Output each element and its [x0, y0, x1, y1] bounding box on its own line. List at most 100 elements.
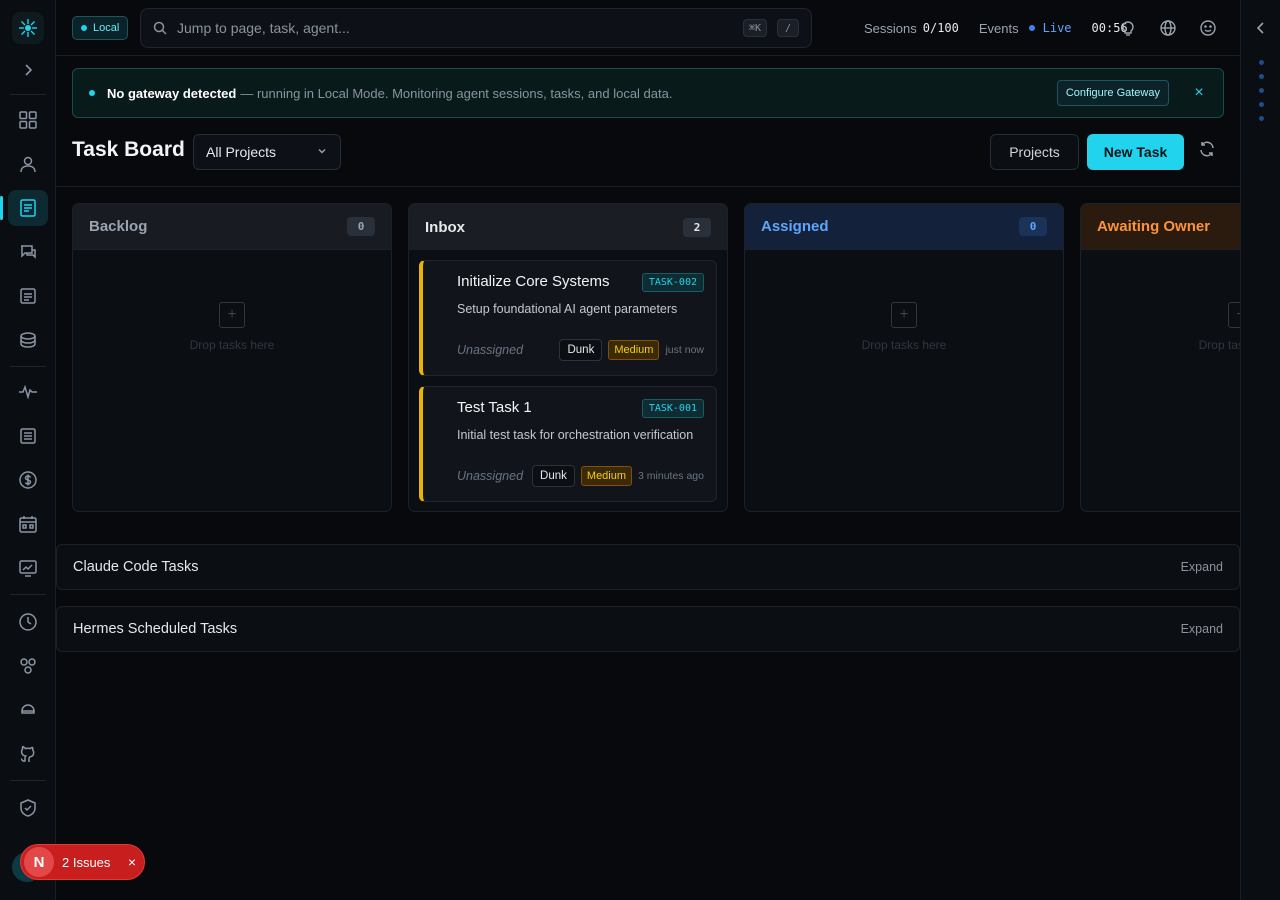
events-status[interactable]: Live	[1043, 21, 1072, 35]
right-panel-rail	[1240, 0, 1280, 900]
column-header: Inbox 2	[409, 204, 727, 250]
configure-gateway-button[interactable]: Configure Gateway	[1056, 80, 1169, 106]
panel-dot[interactable]	[1259, 88, 1264, 93]
github-icon[interactable]	[8, 736, 48, 772]
banner-description: — running in Local Mode. Monitoring agen…	[240, 85, 673, 101]
column-header: Backlog 0	[73, 204, 391, 250]
security-icon[interactable]	[8, 790, 48, 826]
drop-zone[interactable]: + Drop tasks here	[73, 302, 391, 352]
chevron-down-icon	[316, 144, 328, 160]
project-filter-value: All Projects	[206, 144, 277, 160]
chat-icon[interactable]	[8, 234, 48, 270]
column-title: Backlog	[89, 218, 148, 235]
activity-icon[interactable]	[8, 374, 48, 410]
task-card[interactable]: Initialize Core Systems TASK-002 Setup f…	[419, 260, 717, 376]
search-input[interactable]	[177, 20, 733, 36]
column-awaiting-owner[interactable]: Awaiting Owner + Drop tasks here	[1080, 203, 1240, 512]
gateway-banner: No gateway detected — running in Local M…	[72, 68, 1224, 118]
project-filter-select[interactable]: All Projects	[193, 134, 341, 170]
cost-icon[interactable]	[8, 462, 48, 498]
banner-status-dot	[89, 90, 95, 96]
live-dot	[1028, 25, 1035, 31]
smiley-icon[interactable]	[1198, 18, 1218, 38]
column-header: Assigned 0	[745, 204, 1063, 250]
task-assignee: Unassigned	[457, 469, 524, 483]
panel-dot[interactable]	[1259, 60, 1264, 65]
history-icon[interactable]	[8, 604, 48, 640]
issues-label: 2 Issues	[62, 854, 111, 870]
column-backlog[interactable]: Backlog 0 + Drop tasks here	[72, 203, 392, 512]
sessions-value: 0/100	[922, 21, 959, 35]
panel-dot[interactable]	[1259, 102, 1264, 107]
refresh-icon[interactable]	[1198, 140, 1218, 160]
expand-sidebar-icon[interactable]	[8, 52, 48, 88]
calendar-icon[interactable]	[8, 506, 48, 542]
status-dot	[81, 25, 87, 31]
panel-dot[interactable]	[1259, 74, 1264, 79]
logs-icon[interactable]	[8, 418, 48, 454]
drop-hint: Drop tasks here	[189, 338, 275, 352]
hermes-scheduled-tasks-section[interactable]: Hermes Scheduled Tasks Expand	[56, 606, 1240, 652]
column-inbox[interactable]: Inbox 2 Initialize Core Systems TASK-002…	[408, 203, 728, 512]
task-title: Test Task 1	[457, 399, 532, 416]
close-icon[interactable]: ×	[1191, 84, 1207, 102]
expand-button[interactable]: Expand	[1181, 622, 1223, 636]
docs-icon[interactable]	[8, 278, 48, 314]
shortcut-cmd-k: ⌘K	[742, 19, 767, 37]
task-id-badge: TASK-002	[641, 273, 704, 292]
collapse-panel-icon[interactable]	[1253, 20, 1269, 36]
task-assignee: Unassigned	[457, 343, 524, 357]
logo-icon[interactable]	[12, 12, 44, 44]
task-card[interactable]: Test Task 1 TASK-001 Initial test task f…	[419, 386, 717, 502]
globe-icon[interactable]	[1158, 18, 1178, 38]
status-stats: Sessions 0/100 Events Live 00:56	[864, 0, 1128, 56]
search-bar[interactable]: ⌘K /	[140, 8, 812, 48]
task-time: just now	[665, 344, 704, 356]
plus-icon: +	[891, 302, 917, 328]
mode-label: Local	[93, 22, 120, 34]
agents-icon[interactable]	[8, 146, 48, 182]
task-footer: Unassigned Dunk Medium 3 minutes ago	[457, 465, 704, 487]
integrations-icon[interactable]	[8, 648, 48, 684]
task-time: 3 minutes ago	[638, 470, 704, 482]
projects-button[interactable]: Projects	[990, 134, 1079, 170]
priority-badge: Medium	[608, 340, 660, 360]
column-title: Assigned	[761, 218, 829, 235]
top-bar: Local ⌘K / Sessions 0/100 Events Live 00…	[56, 0, 1240, 56]
column-count: 0	[1019, 217, 1047, 236]
column-assigned[interactable]: Assigned 0 + Drop tasks here	[744, 203, 1064, 512]
new-task-button[interactable]: New Task	[1087, 134, 1184, 170]
header-divider	[56, 186, 1240, 187]
section-title: Claude Code Tasks	[73, 559, 199, 575]
plus-icon: +	[219, 302, 245, 328]
local-mode-badge[interactable]: Local	[72, 16, 129, 40]
claude-code-tasks-section[interactable]: Claude Code Tasks Expand	[56, 544, 1240, 590]
drop-hint: Drop tasks here	[861, 338, 947, 352]
project-tag: Dunk	[559, 339, 603, 361]
column-title: Inbox	[425, 218, 465, 236]
task-description: Initial test task for orchestration veri…	[457, 428, 694, 442]
sessions-label: Sessions	[864, 20, 917, 36]
search-icon	[153, 21, 167, 35]
project-tag: Dunk	[532, 465, 575, 487]
tasks-icon[interactable]	[0, 190, 48, 226]
drop-hint: Drop tasks here	[1198, 338, 1240, 352]
panel-dot[interactable]	[1259, 116, 1264, 121]
page-title: Task Board	[72, 138, 185, 161]
drop-zone[interactable]: + Drop tasks here	[1081, 302, 1240, 352]
close-icon[interactable]: ×	[128, 854, 136, 870]
task-description: Setup foundational AI agent parameters	[457, 302, 678, 316]
database-icon[interactable]	[8, 322, 48, 358]
banner-title: No gateway detected	[107, 85, 237, 101]
memory-icon[interactable]	[8, 690, 48, 726]
task-title: Initialize Core Systems	[457, 273, 610, 290]
column-header: Awaiting Owner	[1081, 204, 1240, 250]
bulb-icon[interactable]	[1118, 18, 1138, 38]
drop-zone[interactable]: + Drop tasks here	[745, 302, 1063, 352]
next-logo-icon: N	[24, 847, 54, 877]
analytics-icon[interactable]	[8, 550, 48, 586]
issues-indicator[interactable]: N 2 Issues ×	[20, 844, 145, 880]
column-count: 0	[347, 217, 375, 236]
expand-button[interactable]: Expand	[1181, 560, 1223, 574]
dashboard-icon[interactable]	[8, 102, 48, 138]
